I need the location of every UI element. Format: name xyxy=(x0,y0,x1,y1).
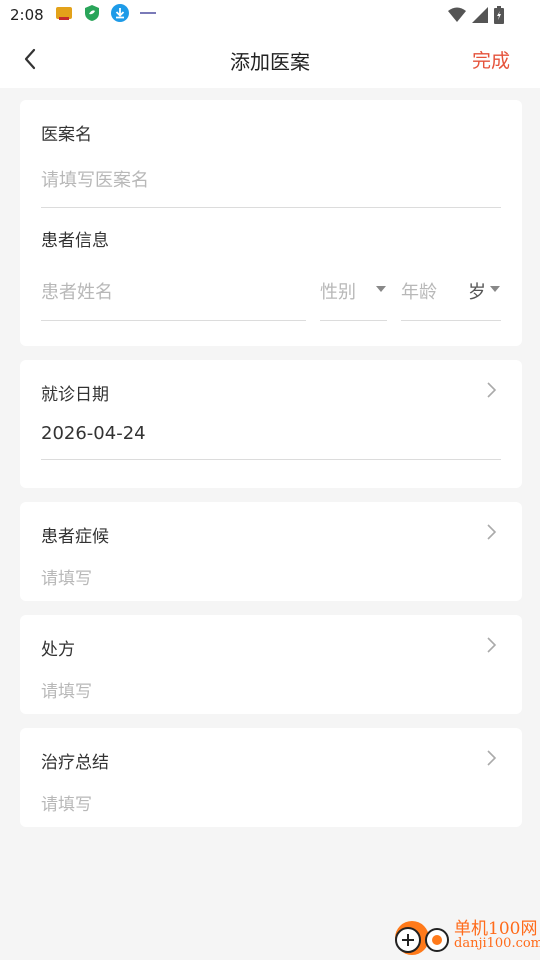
visit-date-label: 就诊日期 xyxy=(41,385,109,405)
symptoms-label: 患者症候 xyxy=(41,527,109,547)
prescription-label: 处方 xyxy=(41,640,75,660)
chevron-right-icon xyxy=(487,750,497,766)
patient-name-input[interactable]: 患者姓名 xyxy=(41,278,113,304)
age-unit-select[interactable]: 岁 xyxy=(468,278,486,304)
prescription-input[interactable]: 请填写 xyxy=(41,677,92,702)
symptoms-input[interactable]: 请填写 xyxy=(41,564,92,589)
case-name-label: 医案名 xyxy=(41,125,92,145)
battery-icon xyxy=(494,6,504,28)
divider xyxy=(41,459,501,460)
case-name-input[interactable]: 请填写医案名 xyxy=(41,166,149,192)
download-icon xyxy=(110,3,130,27)
navigation-bar: 添加医案 完成 xyxy=(0,30,540,88)
case-info-card: 医案名 请填写医案名 患者信息 患者姓名 性别 年龄 岁 xyxy=(20,100,522,346)
signal-icon xyxy=(472,7,488,27)
divider xyxy=(320,320,387,321)
chevron-right-icon xyxy=(487,382,497,398)
chevron-right-icon xyxy=(487,637,497,653)
treatment-summary-card[interactable]: 治疗总结 请填写 xyxy=(20,728,522,827)
treatment-summary-input[interactable]: 请填写 xyxy=(41,790,92,815)
chevron-right-icon xyxy=(487,524,497,540)
visit-date-card[interactable]: 就诊日期 2026-04-24 xyxy=(20,360,522,488)
status-bar: 2:08 xyxy=(0,0,540,30)
app-notification-icon xyxy=(54,3,74,27)
symptoms-card[interactable]: 患者症候 请填写 xyxy=(20,502,522,601)
watermark-logo-icon xyxy=(395,921,449,955)
divider xyxy=(41,207,501,208)
patient-info-label: 患者信息 xyxy=(41,231,109,251)
status-time: 2:08 xyxy=(10,6,44,24)
visit-date-value[interactable]: 2026-04-24 xyxy=(41,423,146,444)
app-badge-icon xyxy=(138,3,158,27)
divider xyxy=(401,320,501,321)
gender-select[interactable]: 性别 xyxy=(320,278,356,304)
gender-dropdown-icon[interactable] xyxy=(376,286,386,292)
shield-leaf-icon xyxy=(82,3,102,27)
prescription-card[interactable]: 处方 请填写 xyxy=(20,615,522,714)
divider xyxy=(41,320,306,321)
page-title: 添加医案 xyxy=(230,50,310,74)
done-button[interactable]: 完成 xyxy=(472,46,510,73)
watermark-url: danji100.com xyxy=(454,936,540,951)
watermark: 单机100网 danji100.com xyxy=(390,914,540,958)
age-unit-dropdown-icon[interactable] xyxy=(490,286,500,292)
treatment-summary-label: 治疗总结 xyxy=(41,753,109,773)
wifi-icon xyxy=(448,7,466,27)
age-input[interactable]: 年龄 xyxy=(401,278,437,304)
